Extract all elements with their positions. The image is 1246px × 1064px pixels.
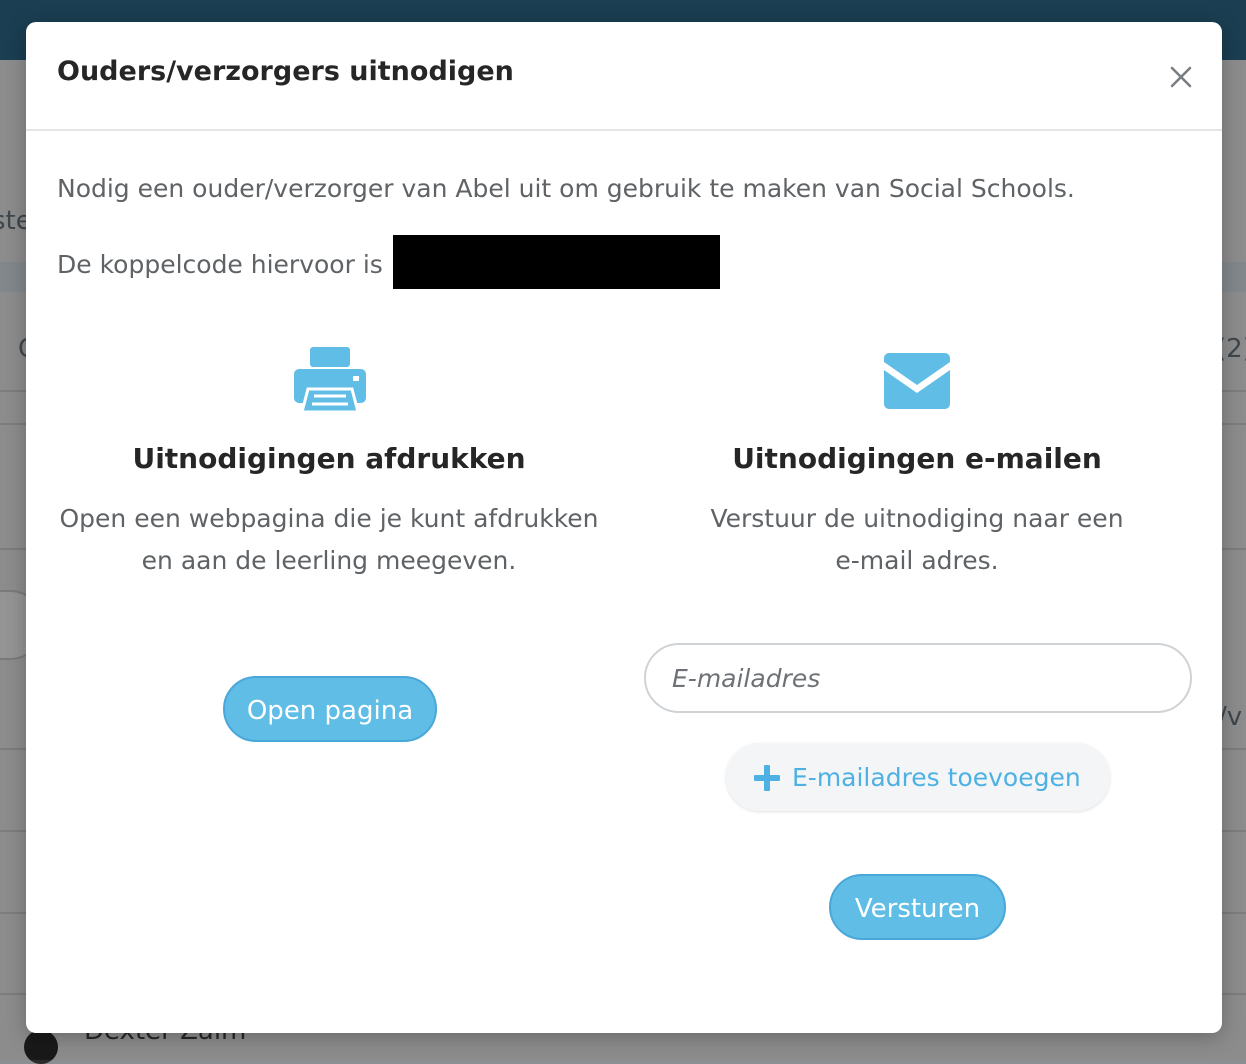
email-title: Uitnodigingen e-mailen: [732, 442, 1102, 475]
open-page-button[interactable]: Open pagina: [223, 676, 437, 742]
email-input[interactable]: [644, 643, 1192, 713]
email-description-line: e-mail adres.: [835, 546, 999, 575]
envelope-icon: [884, 353, 950, 409]
email-description: Verstuur de uitnodiging naar een e-mail …: [617, 498, 1217, 582]
print-description: Open een webpagina die je kunt afdrukken…: [29, 498, 629, 582]
modal-header: Ouders/verzorgers uitnodigen: [26, 22, 1222, 131]
link-code-redacted: [393, 235, 720, 289]
print-description-line: Open een webpagina die je kunt afdrukken: [59, 504, 599, 533]
print-title: Uitnodigingen afdrukken: [132, 442, 526, 475]
plus-icon: [754, 765, 780, 791]
email-description-line: Verstuur de uitnodiging naar een: [710, 504, 1124, 533]
add-email-button[interactable]: E-mailadres toevoegen: [726, 743, 1110, 811]
modal-title: Ouders/verzorgers uitnodigen: [57, 56, 514, 87]
invite-parents-modal: Ouders/verzorgers uitnodigen Nodig een o…: [26, 22, 1222, 1033]
close-button[interactable]: [1164, 60, 1198, 94]
close-icon: [1170, 66, 1192, 88]
printer-icon: [294, 347, 366, 413]
add-email-label: E-mailadres toevoegen: [792, 763, 1081, 792]
send-button[interactable]: Versturen: [829, 874, 1006, 940]
intro-text: Nodig een ouder/verzorger van Abel uit o…: [57, 174, 1075, 203]
print-description-line: en aan de leerling meegeven.: [141, 546, 517, 575]
link-code-label: De koppelcode hiervoor is: [57, 250, 383, 279]
